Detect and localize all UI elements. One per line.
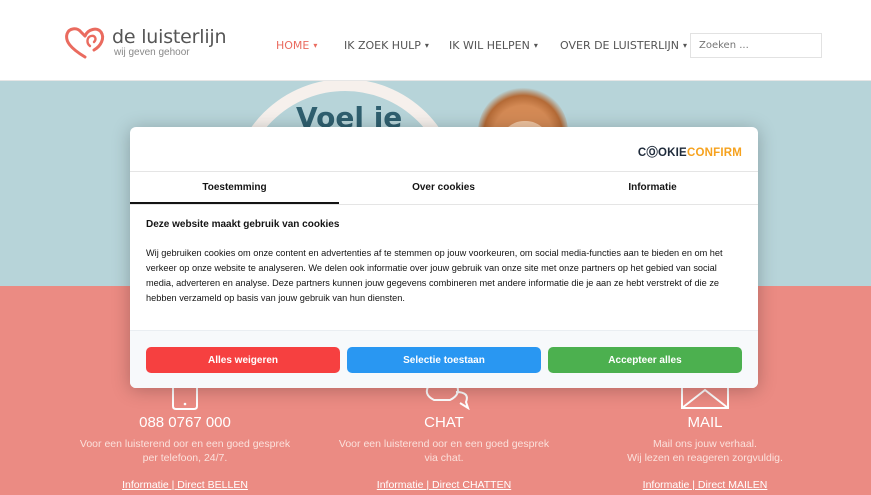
nav-home-label: HOME: [276, 39, 310, 52]
nav-ik-wil-helpen[interactable]: IK WIL HELPEN ▾: [449, 39, 538, 52]
contact-phone: 088 0767 000 Voor een luisterend oor en …: [60, 382, 310, 491]
contact-phone-desc-1: Voor een luisterend oor en een goed gesp…: [79, 438, 291, 450]
nav-ik-zoek-hulp-label: IK ZOEK HULP: [344, 39, 421, 52]
chevron-down-icon: ▾: [533, 41, 538, 50]
cookie-heading: Deze website maakt gebruik van cookies: [146, 219, 340, 230]
nav-over-de-luisterlijn-label: OVER DE LUISTERLIJN: [560, 39, 680, 52]
nav-ik-zoek-hulp[interactable]: IK ZOEK HULP ▾: [344, 39, 429, 52]
search-input[interactable]: [690, 33, 822, 58]
contact-chat: CHAT Voor een luisterend oor en een goed…: [319, 382, 569, 491]
contact-mail-desc: Mail ons jouw verhaal. Wij lezen en reage…: [590, 437, 820, 465]
tab-over-cookies[interactable]: Over cookies: [339, 172, 548, 203]
logo-title: de luisterlijn: [112, 26, 227, 48]
site-logo[interactable]: de luisterlijn wij geven gehoor: [64, 26, 227, 60]
contact-chat-desc: Voor een luisterend oor en een goed gesp…: [319, 437, 569, 465]
contact-phone-desc: Voor een luisterend oor en een goed gesp…: [60, 437, 310, 465]
contact-mail: MAIL Mail ons jouw verhaal. Wij lezen en …: [590, 382, 820, 491]
contact-mail-title: MAIL: [687, 414, 723, 431]
contact-phone-desc-2: per telefoon, 24/7.: [142, 452, 228, 464]
logo-tagline: wij geven gehoor: [114, 47, 190, 58]
cookie-tabs: Toestemming Over cookies Informatie: [130, 171, 758, 205]
cookieconfirm-logo: CⓄOKIECONFIRM: [638, 144, 742, 160]
site-header: de luisterlijn wij geven gehoor HOME ▾ IK…: [0, 0, 871, 81]
brand-part-confirm: CONFIRM: [686, 147, 742, 159]
chevron-down-icon: ▾: [313, 41, 318, 50]
nav-over-de-luisterlijn[interactable]: OVER DE LUISTERLIJN ▾: [560, 39, 687, 52]
brand-part-cookie: CⓄOKIE: [637, 147, 687, 159]
tab-informatie[interactable]: Informatie: [548, 172, 757, 203]
contact-mail-desc-1: Mail ons jouw verhaal.: [653, 438, 757, 450]
cookie-body-text: Wij gebruiken cookies om onze content en…: [146, 248, 723, 303]
contact-mail-links[interactable]: Informatie | Direct MAILEN: [590, 479, 820, 491]
chevron-down-icon: ▾: [683, 41, 688, 50]
contact-phone-title: 088 0767 000: [139, 414, 231, 431]
contact-chat-title: CHAT: [424, 414, 464, 431]
cookie-content: Deze website maakt gebruik van cookies W…: [146, 219, 746, 306]
allow-selection-button[interactable]: Selectie toestaan: [347, 347, 541, 373]
contact-chat-links[interactable]: Informatie | Direct CHATTEN: [319, 479, 569, 491]
accept-all-button[interactable]: Accepteer alles: [548, 347, 742, 373]
contact-chat-desc-2: via chat.: [424, 452, 464, 464]
reject-all-button[interactable]: Alles weigeren: [146, 347, 340, 373]
contact-chat-desc-1: Voor een luisterend oor en een goed gesp…: [338, 438, 550, 450]
contact-phone-links[interactable]: Informatie | Direct BELLEN: [60, 479, 310, 491]
tab-toestemming[interactable]: Toestemming: [130, 172, 339, 204]
contact-mail-desc-2: Wij lezen en reageren zorgvuldig.: [627, 452, 783, 464]
cookie-consent-dialog: CⓄOKIECONFIRM Toestemming Over cookies I…: [130, 127, 758, 388]
cookie-button-bar: Alles weigeren Selectie toestaan Accepte…: [130, 330, 758, 388]
chevron-down-icon: ▾: [424, 41, 429, 50]
nav-ik-wil-helpen-label: IK WIL HELPEN: [449, 39, 530, 52]
nav-home[interactable]: HOME ▾: [276, 39, 317, 52]
heart-ear-icon: [65, 27, 105, 59]
